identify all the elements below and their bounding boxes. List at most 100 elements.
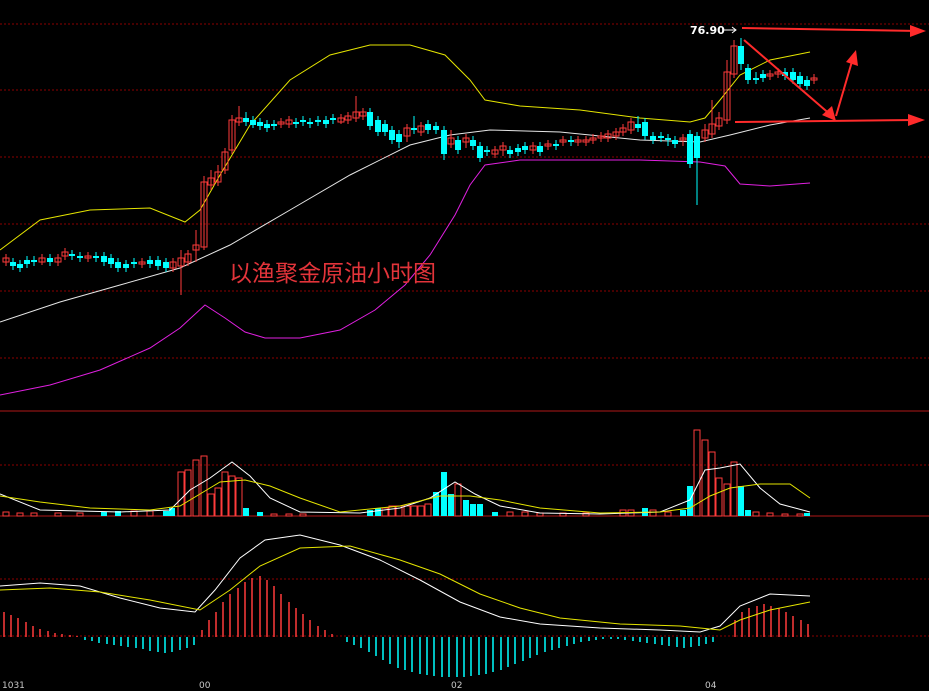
volume-bar bbox=[492, 512, 498, 516]
volume-bar bbox=[270, 513, 278, 517]
volume-bar bbox=[285, 513, 293, 517]
volume-bar bbox=[781, 513, 789, 517]
candle-body bbox=[650, 136, 656, 140]
arrow-right-icon bbox=[910, 25, 926, 37]
volume-bar bbox=[804, 513, 810, 516]
candle-body bbox=[804, 80, 810, 86]
candle-body bbox=[108, 258, 114, 264]
volume-bar bbox=[448, 494, 454, 516]
macd-panel bbox=[0, 534, 811, 677]
volume-bar bbox=[163, 511, 169, 516]
candle-body bbox=[797, 76, 803, 84]
volume-bar bbox=[664, 511, 672, 517]
candle-body bbox=[694, 136, 700, 158]
volume-bar bbox=[424, 503, 432, 517]
macd-dea-line bbox=[0, 545, 811, 631]
volume-bar bbox=[701, 439, 709, 517]
candle-body bbox=[522, 146, 528, 150]
candle-body bbox=[101, 256, 107, 262]
volume-bar bbox=[299, 513, 307, 517]
candle-body bbox=[455, 140, 461, 150]
volume-bar bbox=[221, 471, 229, 517]
volume-bar bbox=[708, 451, 716, 517]
candle-body bbox=[367, 112, 373, 126]
candle-body bbox=[687, 134, 693, 164]
candle-body bbox=[568, 140, 574, 142]
support-line bbox=[734, 119, 917, 123]
candle-body bbox=[738, 46, 744, 64]
candle-body bbox=[257, 122, 263, 126]
candle-body bbox=[147, 260, 153, 264]
bollinger-bands bbox=[0, 44, 811, 396]
volume-bar bbox=[521, 511, 529, 517]
x-tick-label: 1031 bbox=[2, 681, 25, 691]
volume-bar bbox=[184, 469, 192, 517]
candle-body bbox=[760, 74, 766, 78]
volume-bar bbox=[470, 504, 476, 516]
volume-bar bbox=[2, 511, 10, 517]
macd-dif-line bbox=[0, 534, 811, 633]
candle-body bbox=[382, 124, 388, 132]
candle-body bbox=[470, 140, 476, 146]
candle-body bbox=[375, 120, 381, 132]
volume-bar bbox=[257, 512, 263, 516]
candle-body bbox=[293, 122, 299, 124]
arrow-right-icon bbox=[908, 114, 925, 126]
volume-bar bbox=[169, 508, 175, 516]
volume-bar bbox=[745, 510, 751, 516]
volume-bar bbox=[228, 475, 236, 517]
candle-body bbox=[155, 260, 161, 266]
volume-bar bbox=[375, 508, 381, 516]
candle-body bbox=[31, 260, 37, 262]
chart-canvas bbox=[0, 23, 929, 677]
candle-body bbox=[753, 78, 759, 80]
candle-body bbox=[507, 150, 513, 154]
candle-body bbox=[250, 120, 256, 125]
volume-bar bbox=[235, 477, 243, 517]
volume-bar bbox=[243, 508, 249, 516]
candle-body bbox=[745, 68, 751, 80]
candle-body bbox=[17, 264, 23, 268]
candle-body bbox=[635, 124, 641, 128]
grid-lines bbox=[0, 23, 929, 637]
volume-bar bbox=[715, 477, 723, 517]
candle-body bbox=[642, 122, 648, 136]
volume-bar bbox=[463, 500, 469, 516]
volume-bar bbox=[649, 509, 657, 517]
candle-body bbox=[484, 150, 490, 152]
volume-bar bbox=[752, 511, 760, 517]
volume-bar bbox=[410, 505, 418, 517]
volume-bar bbox=[796, 513, 804, 517]
candle-body bbox=[323, 120, 329, 124]
volume-bar bbox=[454, 483, 462, 517]
x-tick-label: 02 bbox=[451, 681, 463, 691]
candle-body bbox=[264, 124, 270, 128]
x-tick-label: 04 bbox=[705, 681, 717, 691]
candle-body bbox=[672, 140, 678, 144]
candle-body bbox=[330, 118, 336, 120]
volume-bar bbox=[214, 487, 222, 517]
candle-body bbox=[537, 146, 543, 152]
candle-body bbox=[10, 262, 16, 266]
candle-body bbox=[396, 134, 402, 142]
price-pointer-icon bbox=[724, 26, 737, 34]
volume-bar bbox=[101, 512, 107, 516]
volume-bar bbox=[506, 511, 514, 517]
resistance-line bbox=[741, 27, 921, 32]
candle-body bbox=[515, 148, 521, 152]
candle-body bbox=[123, 264, 129, 268]
volume-bar bbox=[30, 512, 38, 517]
candle-body bbox=[243, 118, 249, 122]
volume-bar bbox=[403, 505, 411, 517]
candle-body bbox=[553, 144, 559, 146]
candle-body bbox=[441, 130, 447, 154]
volume-bar bbox=[54, 512, 62, 517]
candle-body bbox=[315, 120, 321, 122]
candle-body bbox=[307, 122, 313, 124]
price-high-label: 76.90 bbox=[690, 24, 725, 37]
candle-body bbox=[433, 126, 439, 130]
volume-bar bbox=[680, 510, 686, 516]
candle-body bbox=[477, 146, 483, 158]
candle-body bbox=[69, 254, 75, 256]
arrow-up-icon bbox=[846, 50, 858, 66]
